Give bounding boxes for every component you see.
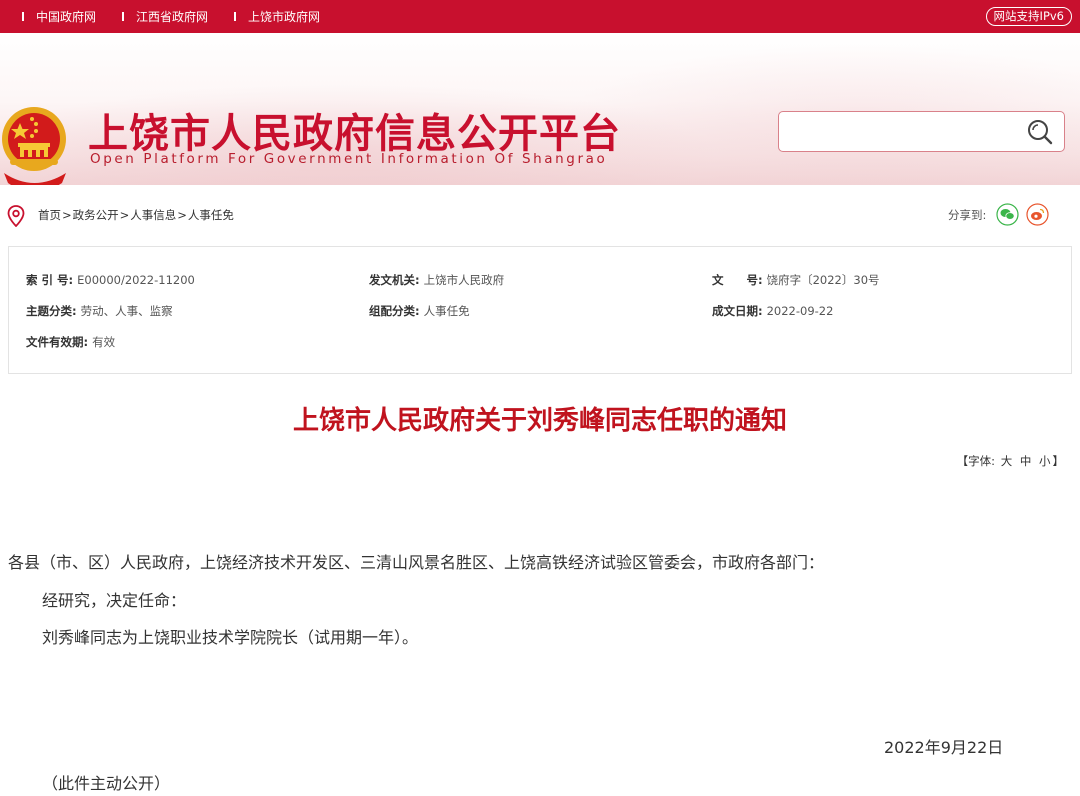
meta-doc-no: 文 号: 饶府字〔2022〕30号	[712, 272, 880, 288]
meta-validity: 文件有效期: 有效	[26, 334, 115, 350]
meta-label: 文件有效期:	[26, 335, 89, 349]
font-size-prefix: 【字体:	[956, 454, 996, 468]
document-title: 上饶市人民政府关于刘秀峰同志任职的通知	[292, 406, 787, 436]
share-bar: 分享到:	[948, 203, 1056, 226]
top-links: 中国政府网 江西省政府网 上饶市政府网	[22, 0, 346, 33]
breadcrumb-gov-affairs[interactable]: 政务公开	[73, 208, 119, 222]
top-link-jiangxi[interactable]: 江西省政府网	[122, 8, 208, 25]
addressee-line: 各县（市、区）人民政府，上饶经济技术开发区、三清山风景名胜区、上饶高铁经济试验区…	[8, 553, 825, 572]
top-link-label: 中国政府网	[36, 10, 97, 24]
font-size-medium-button[interactable]: 中	[1020, 454, 1032, 468]
meta-value: 饶府字〔2022〕30号	[766, 273, 880, 287]
disclosure-note: （此件主动公开）	[42, 774, 171, 793]
divider	[22, 12, 24, 21]
search-input[interactable]	[787, 120, 1017, 144]
font-size-small-button[interactable]: 小	[1039, 454, 1051, 468]
weibo-icon[interactable]	[1026, 203, 1049, 226]
font-size-suffix: 】	[1052, 454, 1065, 468]
wechat-icon[interactable]	[996, 203, 1019, 226]
meta-issuer: 发文机关: 上饶市人民政府	[369, 272, 504, 288]
meta-value: 上饶市人民政府	[423, 273, 505, 287]
divider	[122, 12, 125, 21]
top-link-label: 上饶市政府网	[248, 10, 321, 24]
font-size-control: 【字体: 大 中 小】	[957, 453, 1064, 469]
search-icon[interactable]	[1026, 118, 1054, 146]
body-paragraph: 经研究，决定任命：	[42, 591, 187, 610]
signature-date: 2022年9月22日	[884, 738, 1004, 757]
top-link-gov-cn[interactable]: 中国政府网	[22, 8, 96, 25]
top-bar: 中国政府网 江西省政府网 上饶市政府网 网站支持IPv6	[0, 0, 1080, 33]
meta-label: 文 号:	[712, 273, 763, 287]
meta-value: 人事任免	[423, 304, 470, 318]
divider	[234, 12, 237, 21]
location-pin-icon	[7, 205, 25, 227]
meta-label: 索 引 号:	[26, 273, 74, 287]
meta-value: 2022-09-22	[766, 304, 834, 318]
top-link-label: 江西省政府网	[136, 10, 209, 24]
share-label: 分享到:	[948, 207, 987, 222]
search-box	[778, 111, 1065, 152]
meta-value: 有效	[92, 335, 116, 349]
meta-date: 成文日期: 2022-09-22	[712, 303, 833, 319]
meta-label: 组配分类:	[369, 304, 420, 318]
breadcrumb-row: 首页>政务公开>人事信息>人事任免 分享到:	[0, 197, 1080, 233]
meta-label: 成文日期:	[712, 304, 763, 318]
top-link-shangrao[interactable]: 上饶市政府网	[234, 8, 320, 25]
breadcrumb: 首页>政务公开>人事信息>人事任免	[38, 208, 234, 222]
meta-index-no: 索 引 号: E00000/2022-11200	[26, 272, 195, 288]
meta-topic: 主题分类: 劳动、人事、监察	[26, 303, 173, 319]
body-paragraph: 刘秀峰同志为上饶职业技术学院院长（试用期一年）。	[42, 628, 419, 647]
breadcrumb-appointments[interactable]: 人事任免	[188, 208, 234, 222]
font-size-large-button[interactable]: 大	[1001, 454, 1013, 468]
breadcrumb-home[interactable]: 首页	[38, 208, 61, 222]
meta-category: 组配分类: 人事任免	[369, 303, 470, 319]
site-header: 上饶市人民政府信息公开平台 Open Platform For Governme…	[0, 33, 1080, 185]
site-subtitle: Open Platform For Government Information…	[90, 151, 608, 167]
meta-label: 发文机关:	[369, 273, 420, 287]
breadcrumb-personnel-info[interactable]: 人事信息	[130, 208, 176, 222]
meta-value: 劳动、人事、监察	[80, 304, 173, 318]
document-meta-box: 索 引 号: E00000/2022-11200 发文机关: 上饶市人民政府 文 号…	[8, 246, 1072, 374]
national-emblem-icon	[2, 107, 66, 185]
meta-value: E00000/2022-11200	[77, 273, 195, 287]
ipv6-badge: 网站支持IPv6	[985, 7, 1072, 26]
meta-label: 主题分类:	[26, 304, 77, 318]
